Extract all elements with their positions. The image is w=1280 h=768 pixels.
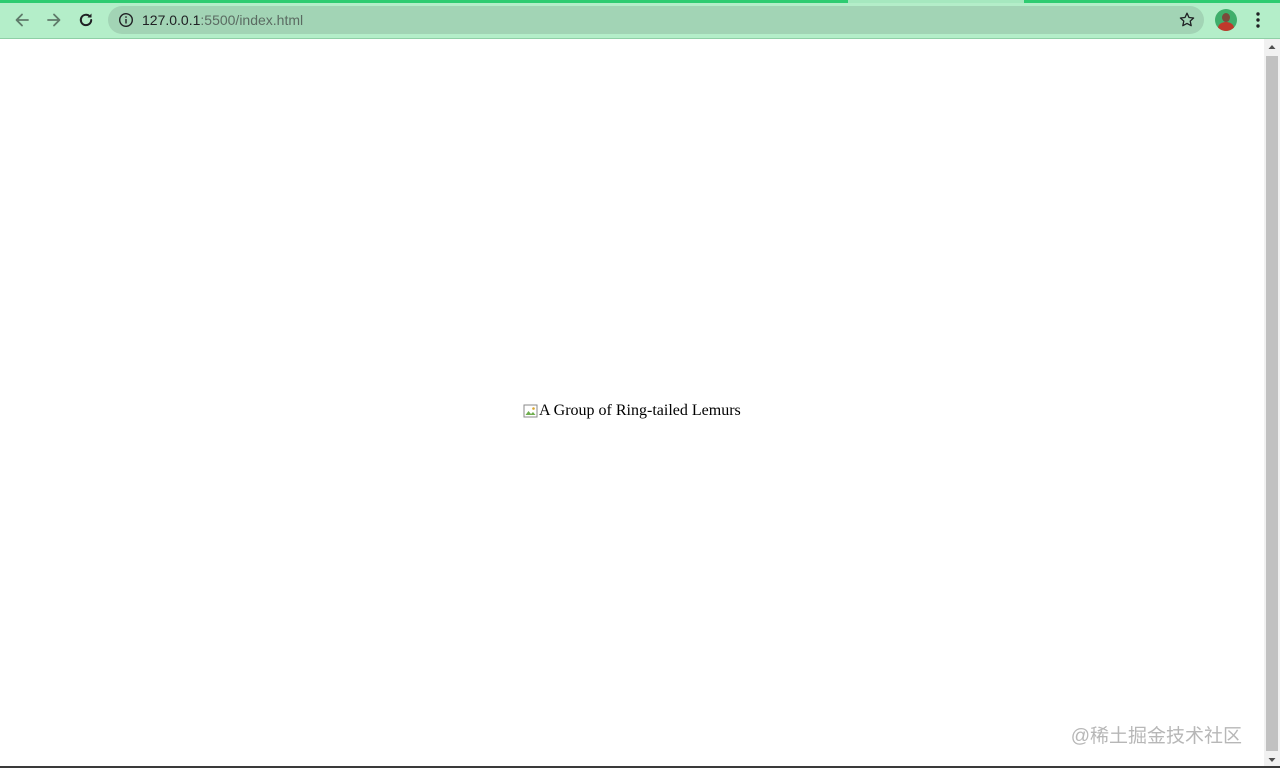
star-icon[interactable] [1178,11,1196,29]
browser-window: 127.0.0.1:5500/index.html A Group of Rin… [0,0,1280,768]
url-host: 127.0.0.1 [142,12,201,28]
arrow-left-icon [15,13,29,27]
arrow-right-icon [47,13,61,27]
scroll-up-arrow-icon[interactable] [1264,39,1280,55]
vertical-scrollbar[interactable] [1264,39,1280,768]
avatar[interactable] [1215,9,1237,31]
info-icon[interactable] [118,12,134,28]
forward-button[interactable] [40,6,68,34]
url-path: :5500/index.html [200,12,304,28]
scrollbar-thumb[interactable] [1266,56,1278,751]
kebab-menu-icon [1256,12,1260,28]
reload-button[interactable] [72,6,100,34]
address-bar[interactable]: 127.0.0.1:5500/index.html [108,6,1204,34]
lemurs-image: A Group of Ring-tailed Lemurs [523,402,741,420]
url-text[interactable]: 127.0.0.1:5500/index.html [142,6,303,34]
broken-image-icon [523,404,538,418]
watermark: @稀土掘金技术社区 [1070,726,1242,747]
browser-toolbar: 127.0.0.1:5500/index.html [0,0,1280,39]
reload-icon [79,13,93,27]
back-button[interactable] [8,6,36,34]
page-viewport: A Group of Ring-tailed Lemurs @稀土掘金技术社区 [0,39,1264,768]
menu-button[interactable] [1248,8,1268,32]
tab-strip-accent [0,0,1280,3]
image-alt-text: A Group of Ring-tailed Lemurs [539,402,741,419]
